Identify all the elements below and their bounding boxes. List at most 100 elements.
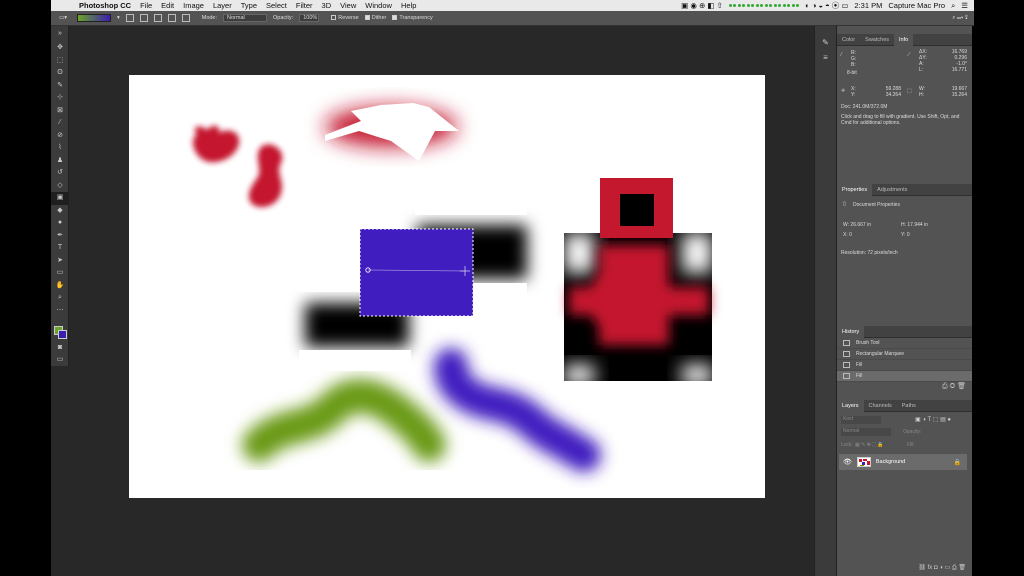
menu-view[interactable]: View	[340, 1, 356, 10]
new-document-icon[interactable]: ⎙	[942, 383, 948, 390]
layer-filter-kind[interactable]: Kind	[841, 416, 881, 424]
dodge-tool-icon[interactable]: ●	[51, 217, 69, 230]
history-item[interactable]: Fill	[837, 360, 972, 371]
tab-info[interactable]: Info	[894, 33, 914, 46]
tab-color[interactable]: Color	[837, 37, 860, 43]
linear-gradient-button[interactable]	[125, 14, 134, 22]
shape-tool-icon[interactable]: ▭	[51, 267, 69, 280]
blend-mode-select[interactable]: Normal	[841, 428, 891, 436]
tab-paths[interactable]: Paths	[897, 403, 921, 409]
eye-icon[interactable]: 👁	[843, 458, 852, 466]
screen-border-left	[0, 0, 51, 576]
history-item[interactable]: Rectangular Marquee	[837, 349, 972, 360]
history-item[interactable]: Brush Tool	[837, 338, 972, 349]
healing-tool-icon[interactable]: ⊘	[51, 130, 69, 143]
radial-gradient-button[interactable]	[139, 14, 148, 22]
notifications-icon[interactable]: ☰	[961, 1, 968, 10]
snapshot-icon[interactable]: ◎	[950, 383, 956, 390]
layer-filter-icons[interactable]: ▣ ◑ T ⬚ ▤ ●	[915, 416, 951, 423]
menu-image[interactable]: Image	[183, 1, 204, 10]
opacity-input[interactable]: 100%	[299, 14, 320, 22]
tools-collapse-icon[interactable]: »	[51, 26, 69, 42]
delete-layer-icon[interactable]: 🗑	[958, 565, 966, 571]
doc-y[interactable]: Y: 0	[901, 232, 910, 238]
menu-edit[interactable]: Edit	[161, 1, 174, 10]
eyedropper-tool-icon[interactable]: ⁄	[51, 117, 69, 130]
doc-x[interactable]: X: 0	[843, 232, 852, 238]
menu-select[interactable]: Select	[266, 1, 287, 10]
properties-panel-icon[interactable]: ≡	[815, 53, 836, 62]
tab-adjustments[interactable]: Adjustments	[872, 187, 912, 193]
frame-tool-icon[interactable]: ⊠	[51, 105, 69, 118]
history-brush-tool-icon[interactable]: ↺	[51, 167, 69, 180]
lock-icons[interactable]: ▦ ✎ ✥ ⛶ 🔒	[855, 442, 883, 448]
tab-swatches[interactable]: Swatches	[860, 37, 894, 43]
move-tool-icon[interactable]: ✥	[51, 42, 69, 55]
hand-tool-icon[interactable]: ✋	[51, 280, 69, 293]
mask-icon[interactable]: ◘	[934, 565, 938, 571]
background-color-swatch[interactable]	[58, 330, 67, 339]
pen-tool-icon[interactable]: ✒	[51, 230, 69, 243]
menu-app-name[interactable]: Photoshop CC	[79, 1, 131, 10]
screen-mode-icon[interactable]: ▭	[51, 354, 69, 367]
menu-layer[interactable]: Layer	[213, 1, 232, 10]
crop-tool-icon[interactable]: ⊹	[51, 92, 69, 105]
status-icons[interactable]: ▣ ◉ ⊕ ◧ ⇧	[681, 1, 723, 10]
menu-help[interactable]: Help	[401, 1, 416, 10]
history-item[interactable]: Fill	[837, 371, 972, 382]
purple-selection[interactable]	[359, 228, 474, 317]
reflected-gradient-button[interactable]	[167, 14, 176, 22]
quick-select-tool-icon[interactable]: ✎	[51, 80, 69, 93]
mode-select[interactable]: Normal	[223, 14, 268, 22]
more-tools-icon[interactable]: ⋯	[51, 305, 69, 318]
brush-tool-icon[interactable]: ⌇	[51, 142, 69, 155]
fx-icon[interactable]: fx	[928, 565, 933, 571]
link-icon[interactable]: ⛓	[918, 565, 926, 571]
menu-file[interactable]: File	[140, 1, 152, 10]
adjustment-icon[interactable]: ◑	[939, 565, 943, 571]
eraser-tool-icon[interactable]: ◇	[51, 180, 69, 193]
doc-resolution: Resolution: 72 pixels/inch	[841, 250, 898, 256]
clock[interactable]: 2:31 PM	[854, 1, 882, 10]
spotlight-icon[interactable]: ⌕	[951, 1, 955, 11]
stamp-tool-icon[interactable]: ♟	[51, 155, 69, 168]
doc-height[interactable]: H: 17.944 in	[901, 222, 928, 228]
tab-properties[interactable]: Properties	[837, 183, 873, 196]
layer-name[interactable]: Background	[876, 459, 905, 465]
bit-depth[interactable]: 8-bit	[847, 70, 857, 76]
search-icon[interactable]: ⌕ ▭▾ ⇪	[952, 15, 968, 22]
diamond-gradient-button[interactable]	[181, 14, 190, 22]
brush-panel-icon[interactable]: ✎	[815, 38, 836, 47]
history-step-icon	[843, 351, 850, 357]
path-select-tool-icon[interactable]: ➤	[51, 255, 69, 268]
gradient-tool-icon[interactable]: ▣	[51, 192, 69, 205]
quick-mask-icon[interactable]: ◙	[51, 342, 69, 355]
marquee-tool-icon[interactable]: ⬚	[51, 55, 69, 68]
reverse-checkbox[interactable]: Reverse	[331, 15, 359, 21]
zoom-tool-icon[interactable]: ⌕	[51, 292, 69, 305]
transparency-checkbox[interactable]: Transparency	[392, 15, 433, 21]
lasso-tool-icon[interactable]: ʘ	[51, 67, 69, 80]
tab-history[interactable]: History	[837, 325, 865, 338]
document-canvas[interactable]	[129, 75, 765, 498]
new-layer-icon[interactable]: ⎙	[952, 565, 957, 571]
tab-layers[interactable]: Layers	[837, 399, 864, 412]
trash-icon[interactable]: 🗑	[957, 383, 966, 390]
menu-3d[interactable]: 3D	[322, 1, 332, 10]
gradient-dropdown-icon[interactable]: ▾	[117, 15, 120, 21]
group-icon[interactable]: ▭	[945, 565, 951, 571]
blur-tool-icon[interactable]: ◆	[51, 205, 69, 218]
user-name[interactable]: Capture Mac Pro	[888, 1, 945, 10]
angle-gradient-button[interactable]	[153, 14, 162, 22]
dither-checkbox[interactable]: Dither	[364, 15, 386, 21]
tool-preset-icon[interactable]: ▭▾	[59, 15, 67, 21]
system-tray-icons[interactable]: ◐ ◑ ◒ ◓ ⦿ ▭	[805, 0, 848, 11]
tab-channels[interactable]: Channels	[864, 403, 897, 409]
gradient-picker[interactable]	[76, 14, 111, 22]
type-tool-icon[interactable]: T	[51, 242, 69, 255]
menu-type[interactable]: Type	[241, 1, 257, 10]
layer-row-background[interactable]: 👁 Background 🔒	[839, 454, 967, 470]
menu-window[interactable]: Window	[365, 1, 392, 10]
menu-filter[interactable]: Filter	[296, 1, 313, 10]
doc-width[interactable]: W: 26.667 in	[843, 222, 871, 228]
